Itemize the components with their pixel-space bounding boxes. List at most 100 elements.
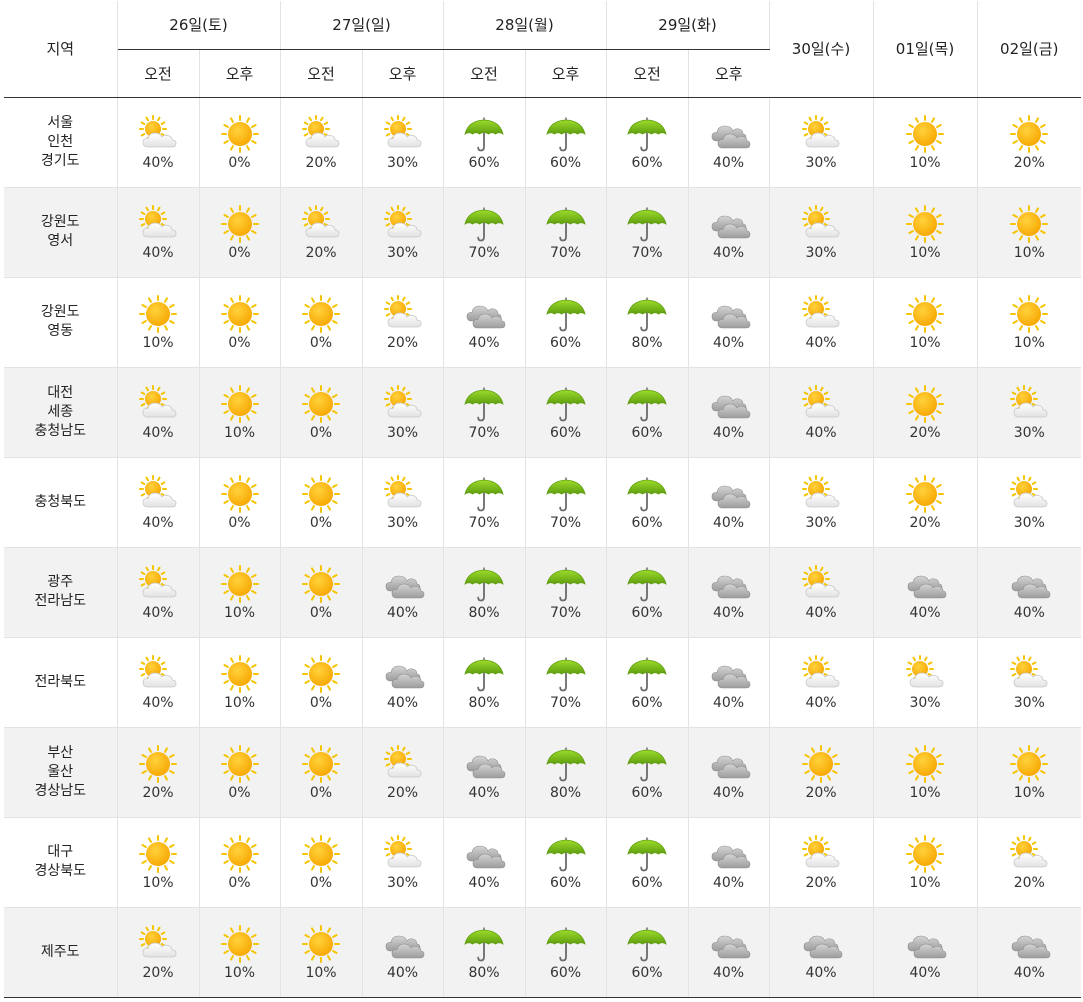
day-header-27: 27일(일) bbox=[280, 1, 444, 50]
day-header-29: 29일(화) bbox=[606, 1, 770, 50]
forecast-cell: 40% bbox=[769, 277, 874, 368]
table-row: 제주도 20% 10% 10% 40% 80% 60% 60% 40% 40% … bbox=[4, 907, 1081, 998]
sunny-icon bbox=[218, 654, 262, 694]
sunny-icon bbox=[136, 744, 180, 784]
forecast-cell: 10% bbox=[117, 817, 200, 908]
forecast-cell-content: 10% bbox=[281, 924, 362, 981]
sunny-icon bbox=[218, 834, 262, 874]
forecast-body: 서울 인천 경기도 40% 0% 20% 30% 60% 60% 60% 40%… bbox=[4, 97, 1082, 998]
precipitation-probability: 0% bbox=[309, 874, 333, 891]
region-name-line: 충청남도 bbox=[34, 422, 87, 439]
precipitation-probability: 10% bbox=[1013, 784, 1045, 801]
forecast-cell-content: 0% bbox=[200, 474, 280, 531]
table-row: 대전 세종 충청남도 40% 10% 0% 30% 70% 60% 60% 40… bbox=[4, 367, 1081, 458]
region-name-line: 부산 bbox=[47, 744, 74, 761]
forecast-cell: 40% bbox=[688, 457, 770, 548]
forecast-cell: 40% bbox=[362, 637, 444, 728]
precipitation-probability: 30% bbox=[1013, 514, 1045, 531]
sunny-icon bbox=[218, 564, 262, 604]
forecast-cell: 40% bbox=[769, 547, 874, 638]
rain-umbrella-icon bbox=[544, 204, 588, 244]
cloudy-icon bbox=[707, 294, 751, 334]
forecast-cell: 10% bbox=[199, 907, 281, 998]
precipitation-probability: 10% bbox=[1013, 334, 1045, 351]
precipitation-probability: 60% bbox=[631, 514, 663, 531]
pm-header: 오후 bbox=[199, 49, 281, 98]
forecast-cell-content: 10% bbox=[118, 834, 199, 891]
cloudy-icon bbox=[707, 744, 751, 784]
precipitation-probability: 40% bbox=[712, 334, 745, 351]
forecast-cell: 0% bbox=[199, 727, 281, 818]
partly-cloudy-icon bbox=[136, 384, 180, 424]
forecast-cell-content: 10% bbox=[200, 384, 280, 441]
table-row: 강원도 영서 40% 0% 20% 30% 70% 70% 70% 40% 30… bbox=[4, 187, 1081, 278]
forecast-cell: 30% bbox=[362, 97, 444, 188]
forecast-cell-content: 40% bbox=[978, 564, 1082, 621]
partly-cloudy-icon bbox=[799, 204, 843, 244]
forecast-cell: 80% bbox=[606, 277, 689, 368]
forecast-cell-content: 0% bbox=[200, 204, 280, 261]
forecast-cell-content: 20% bbox=[363, 294, 443, 351]
rain-umbrella-icon bbox=[625, 744, 669, 784]
forecast-cell: 20% bbox=[769, 817, 874, 908]
forecast-cell: 0% bbox=[280, 277, 363, 368]
forecast-cell-content: 10% bbox=[874, 834, 977, 891]
forecast-cell-content: 60% bbox=[526, 924, 606, 981]
precipitation-probability: 40% bbox=[712, 604, 745, 621]
precipitation-probability: 0% bbox=[228, 334, 251, 351]
partly-cloudy-icon bbox=[1007, 834, 1051, 874]
forecast-cell: 10% bbox=[199, 367, 281, 458]
precipitation-probability: 40% bbox=[712, 874, 745, 891]
precipitation-probability: 40% bbox=[805, 334, 837, 351]
partly-cloudy-icon bbox=[381, 474, 425, 514]
forecast-cell: 10% bbox=[873, 817, 978, 908]
forecast-cell-content: 70% bbox=[526, 564, 606, 621]
forecast-cell: 60% bbox=[606, 367, 689, 458]
forecast-cell: 60% bbox=[606, 457, 689, 548]
region-name-line: 광주 bbox=[47, 574, 74, 590]
forecast-cell-content: 40% bbox=[689, 924, 769, 981]
forecast-cell: 20% bbox=[873, 367, 978, 458]
forecast-cell-content: 0% bbox=[200, 114, 280, 171]
precipitation-probability: 40% bbox=[909, 964, 941, 981]
sunny-icon bbox=[903, 114, 947, 154]
precipitation-probability: 0% bbox=[309, 694, 333, 711]
precipitation-probability: 0% bbox=[228, 874, 251, 891]
forecast-cell-content: 10% bbox=[874, 114, 977, 171]
precipitation-probability: 70% bbox=[549, 514, 582, 531]
precipitation-probability: 0% bbox=[228, 784, 251, 801]
forecast-cell: 20% bbox=[117, 727, 200, 818]
forecast-cell: 40% bbox=[688, 907, 770, 998]
rain-umbrella-icon bbox=[625, 294, 669, 334]
forecast-cell: 40% bbox=[443, 727, 526, 818]
forecast-cell-content: 60% bbox=[607, 654, 688, 711]
sunny-icon bbox=[299, 924, 343, 964]
cloudy-icon bbox=[707, 204, 751, 244]
rain-umbrella-icon bbox=[625, 564, 669, 604]
forecast-cell-content: 10% bbox=[200, 564, 280, 621]
precipitation-probability: 40% bbox=[142, 424, 174, 441]
precipitation-probability: 40% bbox=[386, 604, 419, 621]
forecast-cell: 30% bbox=[362, 817, 444, 908]
forecast-cell-content: 40% bbox=[444, 294, 525, 351]
precipitation-probability: 60% bbox=[631, 424, 663, 441]
forecast-cell: 30% bbox=[977, 367, 1081, 458]
forecast-cell: 60% bbox=[606, 727, 689, 818]
precipitation-probability: 20% bbox=[386, 334, 419, 351]
forecast-cell: 40% bbox=[443, 817, 526, 908]
forecast-cell: 70% bbox=[606, 187, 689, 278]
forecast-cell: 60% bbox=[525, 367, 607, 458]
region-name-line: 대구 bbox=[47, 844, 74, 860]
rain-umbrella-icon bbox=[544, 744, 588, 784]
forecast-cell-content: 60% bbox=[607, 924, 688, 981]
forecast-cell-content: 10% bbox=[978, 294, 1082, 351]
precipitation-probability: 70% bbox=[549, 244, 582, 261]
precipitation-probability: 40% bbox=[142, 514, 174, 531]
day-header-28: 28일(월) bbox=[443, 1, 607, 50]
precipitation-probability: 20% bbox=[805, 784, 837, 801]
forecast-cell-content: 70% bbox=[526, 654, 606, 711]
forecast-cell: 40% bbox=[117, 457, 200, 548]
am-header: 오전 bbox=[606, 49, 689, 98]
forecast-cell: 40% bbox=[688, 187, 770, 278]
forecast-cell-content: 40% bbox=[689, 564, 769, 621]
